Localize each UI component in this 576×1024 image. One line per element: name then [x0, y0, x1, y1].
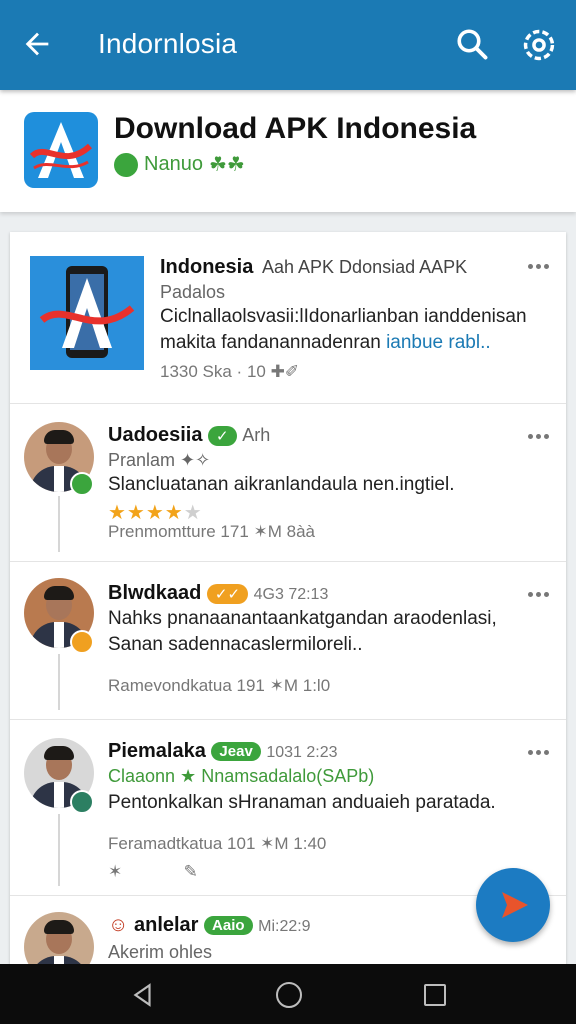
- author-name: Uadoesiia: [108, 424, 203, 446]
- verified-badge-icon: [114, 152, 138, 177]
- status-icon: [70, 630, 94, 654]
- featured-stats: 1330 Ska · 10 ✚✐: [160, 362, 300, 381]
- featured-link[interactable]: ianbue rabl..: [386, 332, 491, 353]
- send-fab-button[interactable]: [476, 868, 550, 942]
- reaction-icons[interactable]: ✶ ✎: [108, 862, 198, 882]
- post-meta: Pranlam ✦✧: [108, 450, 211, 470]
- post-stats: Ramevondkatua 191 ✶M 1:l0: [108, 676, 331, 695]
- settings-icon[interactable]: [520, 26, 558, 64]
- subtitle-suffix: ☘☘: [208, 154, 245, 176]
- app-bar: Indornlosia: [0, 0, 576, 90]
- list-item[interactable]: Uadoesiia ✓ Arh Pranlam ✦✧ Slancluatanan…: [10, 404, 566, 562]
- author-name: anlelar: [133, 914, 199, 936]
- arrow-back-icon[interactable]: [20, 27, 54, 61]
- post-badge: Jeav: [211, 742, 261, 762]
- emoji-icon: ☺: [108, 914, 129, 936]
- author-name: Piemalaka: [108, 740, 206, 762]
- featured-name: Indonesia: [160, 256, 254, 278]
- post-stats: Prenmomtture 171 ✶M 8àà: [108, 522, 316, 541]
- featured-text-line2: makita fandanannadenran ianbue rabl..: [160, 330, 491, 356]
- featured-text-part: makita fandanannadenran: [160, 332, 387, 353]
- app-title: Indornlosia: [98, 28, 238, 59]
- post-menu-icon[interactable]: [528, 592, 552, 600]
- system-nav-bar: [0, 964, 576, 1024]
- post-time: 1031 2:23: [266, 744, 338, 761]
- recents-nav-icon[interactable]: [424, 984, 446, 1006]
- app-subtitle: Nanuo ☘☘: [114, 152, 245, 177]
- post-tag: Arh: [242, 425, 271, 445]
- post-author: ☺ anlelar Aaio Mi:22:9: [108, 914, 311, 937]
- post-text: Slancluatanan aikranlandaula nen.ingtiel…: [108, 474, 455, 495]
- post-badge: Aaio: [204, 916, 253, 936]
- post-author: Piemalaka Jeav 1031 2:23: [108, 740, 338, 763]
- page-title: Download APK Indonesia: [114, 112, 477, 145]
- post-time: 4G3 72:13: [253, 586, 329, 603]
- featured-post[interactable]: Indonesia Aah APK Ddonsiad AAPK Padalos …: [10, 232, 566, 404]
- post-menu-icon[interactable]: [528, 434, 552, 442]
- back-nav-icon[interactable]: [130, 982, 156, 1008]
- home-nav-icon[interactable]: [276, 982, 302, 1008]
- online-status-icon: [70, 472, 94, 496]
- post-menu-icon[interactable]: [528, 264, 552, 272]
- featured-tags: Aah APK Ddonsiad AAPK: [262, 257, 468, 277]
- post-meta: Claaonn ★ Nnamsadalalo(SAPb): [108, 766, 375, 786]
- post-author: Blwdkaad ✓✓ 4G3 72:13: [108, 582, 328, 605]
- app-logo-icon: [24, 112, 98, 188]
- post-author: Uadoesiia ✓ Arh: [108, 424, 270, 447]
- post-stats: Feramadtkatua 101 ✶M 1:40: [108, 834, 327, 853]
- post-text: Nahks pnanaanantaankatgandan araodenlasi…: [108, 608, 497, 655]
- verified-badge-icon: ✓: [208, 425, 237, 446]
- app-header-card: Download APK Indonesia Nanuo ☘☘: [0, 90, 576, 212]
- post-badge: ✓✓: [206, 583, 249, 604]
- featured-text-line1: Ciclnallaolsvasii:lIdonarlianban iandden…: [160, 306, 527, 327]
- post-menu-icon[interactable]: [528, 750, 552, 758]
- post-text: Pentonkalkan sHranaman anduaieh paratada…: [108, 792, 496, 813]
- subtitle-text: Nanuo: [144, 153, 203, 175]
- avatar[interactable]: [24, 912, 94, 972]
- featured-thumbnail: [30, 256, 144, 370]
- featured-meta: Padalos: [160, 282, 226, 302]
- feed-list: Indonesia Aah APK Ddonsiad AAPK Padalos …: [10, 232, 566, 972]
- list-item[interactable]: Blwdkaad ✓✓ 4G3 72:13 Nahks pnanaanantaa…: [10, 562, 566, 720]
- status-icon: [70, 790, 94, 814]
- post-time: Mi:22:9: [258, 918, 311, 935]
- search-icon[interactable]: [454, 26, 490, 62]
- send-icon: [502, 892, 528, 918]
- post-meta: Akerim ohles: [108, 942, 213, 962]
- author-name: Blwdkaad: [108, 582, 202, 604]
